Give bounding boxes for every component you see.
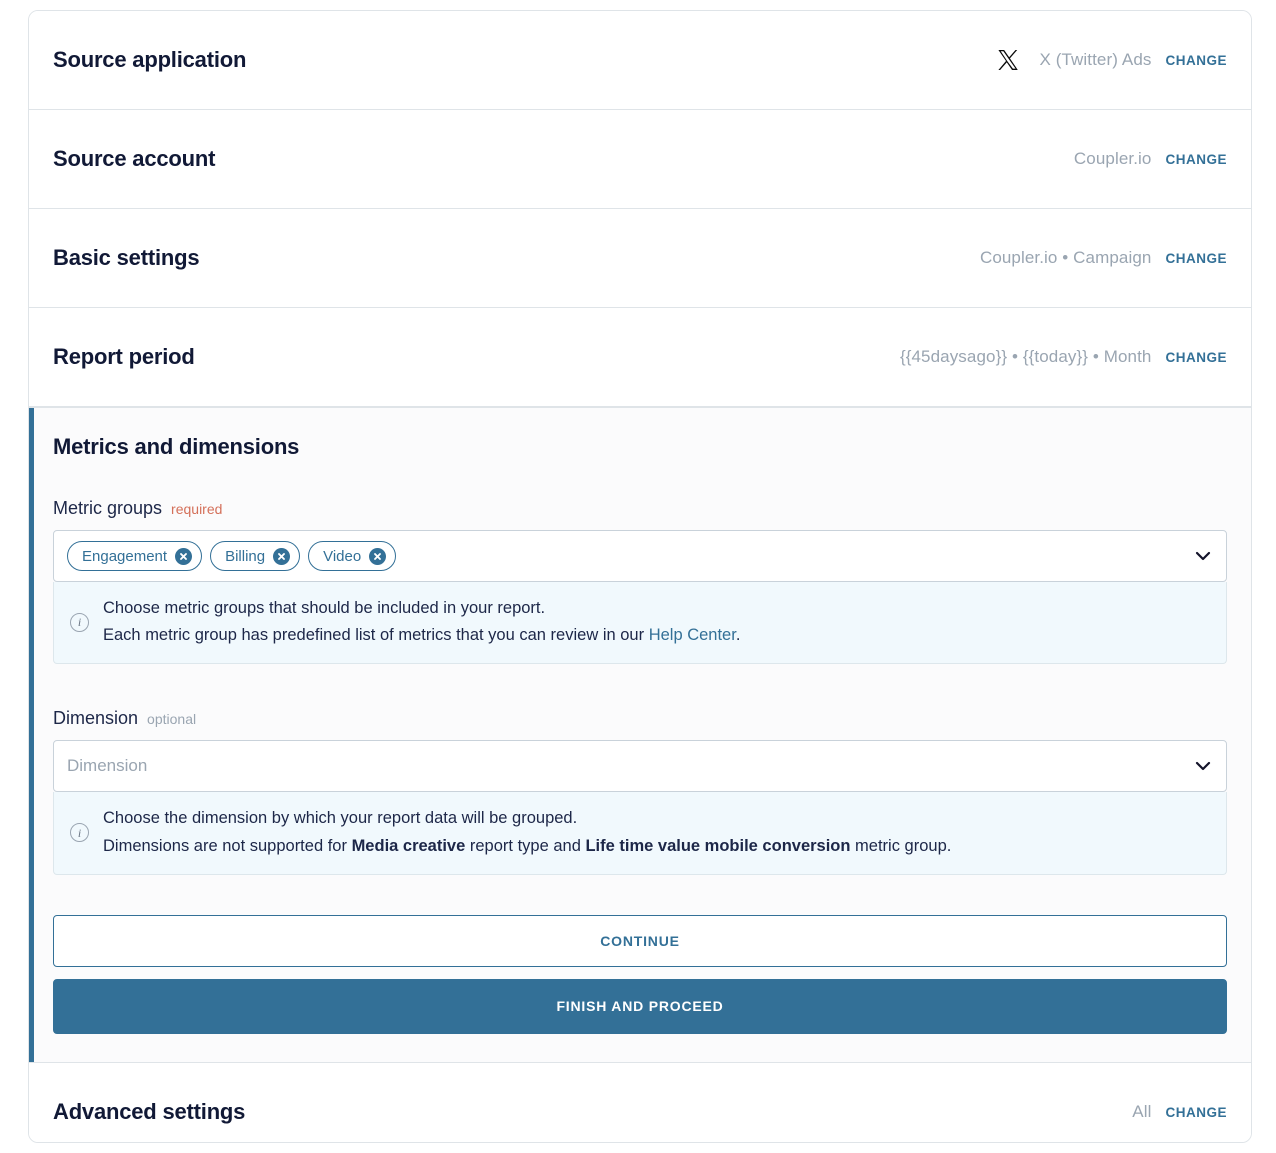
hint-text: Choose the dimension by which your repor… xyxy=(103,805,951,859)
section-title: Source account xyxy=(53,146,216,171)
dimension-placeholder: Dimension xyxy=(67,756,148,776)
change-button-report-period[interactable]: CHANGE xyxy=(1165,350,1227,365)
section-summary: Coupler.io CHANGE xyxy=(1074,149,1227,169)
metric-group-chip[interactable]: Engagement xyxy=(67,541,203,571)
section-metrics-and-dimensions: Metrics and dimensions Metric groups req… xyxy=(29,407,1251,1063)
section-summary: Coupler.io • Campaign CHANGE xyxy=(980,248,1227,268)
metric-group-chip[interactable]: Video xyxy=(308,541,397,571)
info-icon: i xyxy=(70,612,89,632)
hint-line-1: Choose the dimension by which your repor… xyxy=(103,809,578,828)
section-value: X (Twitter) Ads xyxy=(1039,50,1152,69)
hint-line-2: Each metric group has predefined list of… xyxy=(103,622,740,649)
dimension-label-text: Dimension xyxy=(53,708,139,729)
dimension-label: Dimension optional xyxy=(53,708,1227,729)
chip-label: Billing xyxy=(225,547,266,565)
section-title: Advanced settings xyxy=(53,1099,246,1125)
finish-and-proceed-button[interactable]: FINISH AND PROCEED xyxy=(53,978,1227,1034)
metric-groups-hint: i Choose metric groups that should be in… xyxy=(53,582,1227,665)
section-row-source-account[interactable]: Source account Coupler.io CHANGE xyxy=(29,110,1251,209)
section-row-basic-settings[interactable]: Basic settings Coupler.io • Campaign CHA… xyxy=(29,209,1251,308)
page-title: Metrics and dimensions xyxy=(53,434,300,459)
remove-chip-icon[interactable] xyxy=(369,547,387,565)
change-button-advanced-settings[interactable]: CHANGE xyxy=(1165,1105,1227,1120)
chevron-down-icon[interactable] xyxy=(1195,761,1211,771)
continue-button[interactable]: CONTINUE xyxy=(53,914,1227,967)
section-value: Coupler.io • Campaign xyxy=(979,248,1152,267)
section-summary: All CHANGE xyxy=(1132,1102,1227,1122)
hint-line-2: Dimensions are not supported for Media c… xyxy=(103,833,951,860)
connector-setup-card: Source application X (Twitter) Ads CHANG… xyxy=(28,10,1252,1143)
metric-groups-required-tag: required xyxy=(171,501,223,517)
change-button-basic-settings[interactable]: CHANGE xyxy=(1165,251,1227,266)
metric-groups-label: Metric groups required xyxy=(53,498,1227,519)
hint-seg-ltv-metric-group: Life time value mobile conversion xyxy=(585,836,851,855)
section-row-advanced-settings[interactable]: Advanced settings All CHANGE xyxy=(29,1062,1251,1142)
section-value: All xyxy=(1132,1102,1152,1122)
metric-group-chip[interactable]: Billing xyxy=(210,541,301,571)
section-value: Coupler.io xyxy=(1073,149,1152,168)
section-row-source-application[interactable]: Source application X (Twitter) Ads CHANG… xyxy=(29,11,1251,110)
change-button-source-application[interactable]: CHANGE xyxy=(1165,53,1227,68)
section-value: {{45daysago}} • {{today}} • Month xyxy=(899,347,1152,366)
section-title: Basic settings xyxy=(53,245,200,270)
section-title: Source application xyxy=(53,47,247,72)
chip-label: Engagement xyxy=(82,547,168,565)
help-center-link[interactable]: Help Center xyxy=(649,626,736,644)
section-row-report-period[interactable]: Report period {{45daysago}} • {{today}} … xyxy=(29,308,1251,407)
dimension-select[interactable]: Dimension xyxy=(53,740,1227,793)
chevron-down-icon[interactable] xyxy=(1195,551,1211,561)
dimension-hint: i Choose the dimension by which your rep… xyxy=(53,792,1227,875)
hint-text: Choose metric groups that should be incl… xyxy=(103,595,740,649)
remove-chip-icon[interactable] xyxy=(175,547,193,565)
hint-seg-e: metric group. xyxy=(850,836,952,855)
chip-label: Video xyxy=(323,547,362,565)
section-title: Report period xyxy=(53,344,195,369)
metric-groups-select[interactable]: Engagement Billing Video xyxy=(53,530,1227,582)
remove-chip-icon[interactable] xyxy=(273,547,291,565)
dimension-optional-tag: optional xyxy=(147,711,197,728)
hint-line-2-pre: Each metric group has predefined list of… xyxy=(103,626,649,645)
hint-line-1: Choose metric groups that should be incl… xyxy=(103,599,546,617)
hint-seg-media-creative: Media creative xyxy=(351,836,466,855)
hint-line-2-post: . xyxy=(735,626,741,645)
change-button-source-account[interactable]: CHANGE xyxy=(1165,152,1227,167)
section-summary: {{45daysago}} • {{today}} • Month CHANGE xyxy=(900,347,1227,367)
info-icon: i xyxy=(70,823,89,843)
section-summary: X (Twitter) Ads CHANGE xyxy=(995,47,1227,73)
page-root: Source application X (Twitter) Ads CHANG… xyxy=(0,0,1276,1153)
x-twitter-logo-icon xyxy=(995,47,1021,73)
metric-groups-label-text: Metric groups xyxy=(53,498,163,518)
hint-seg-c: report type and xyxy=(465,836,586,855)
hint-seg-a: Dimensions are not supported for xyxy=(103,836,352,855)
